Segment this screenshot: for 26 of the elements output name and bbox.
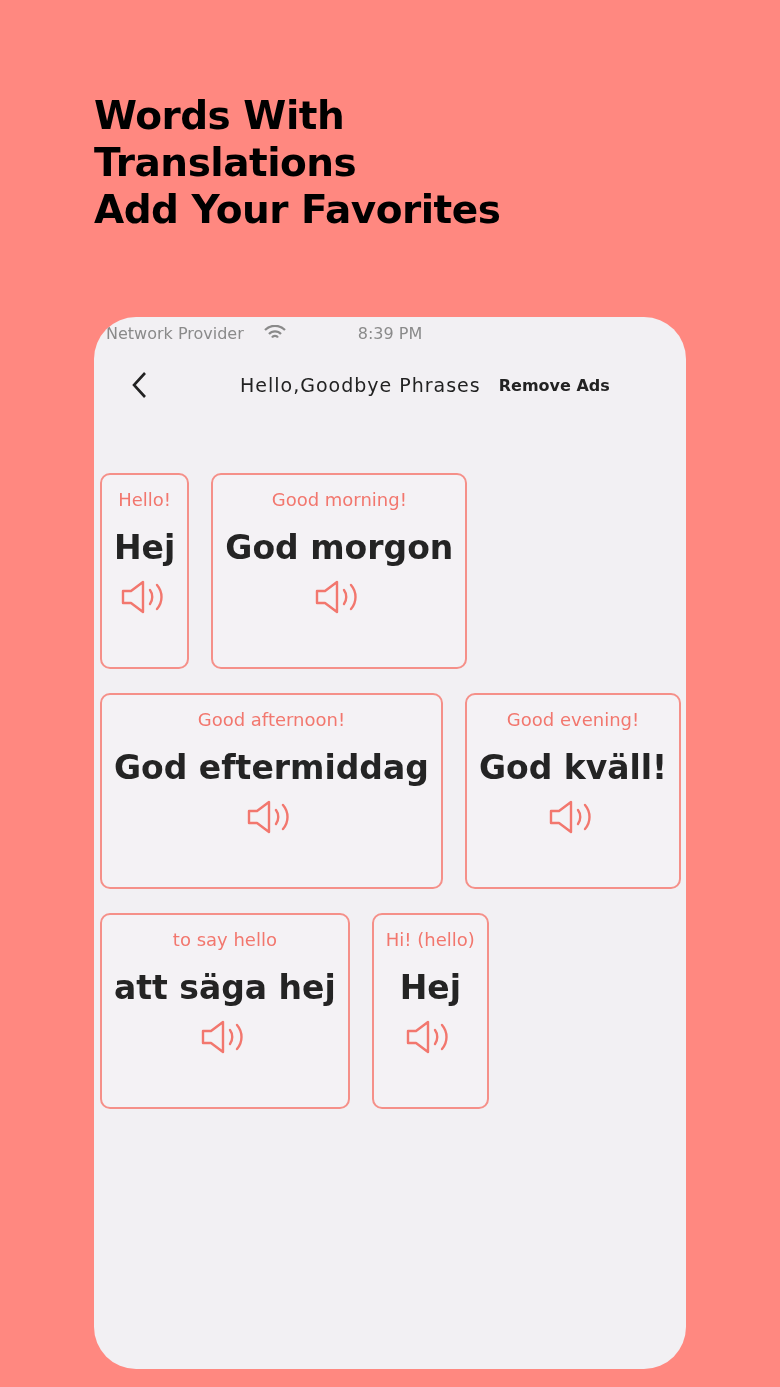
translation-text: Good afternoon! <box>197 709 346 730</box>
screen-title: Hello,Goodbye Phrases <box>240 374 481 396</box>
translation-text: Hi! (hello) <box>385 929 475 950</box>
phrase-card[interactable]: Good evening! God kväll! <box>464 693 682 889</box>
phrase-word: God morgon <box>225 528 454 567</box>
translation-text: Good morning! <box>271 489 407 510</box>
phrase-card[interactable]: Hi! (hello) Hej <box>371 913 489 1109</box>
phrase-word: Hej <box>114 528 176 567</box>
phrase-card[interactable]: Good afternoon! God eftermiddag <box>100 693 443 889</box>
headline: Words With <box>94 92 346 139</box>
headline: Translations <box>94 139 358 186</box>
translation-text: to say hello <box>172 929 277 950</box>
wifi-icon <box>263 325 286 341</box>
status-time: 8:39 PM <box>357 323 423 343</box>
phrase-card[interactable]: Good morning! God morgon <box>211 473 468 669</box>
translation-text: Hello! <box>118 489 172 510</box>
phrase-card[interactable]: Hello! Hej <box>100 473 190 669</box>
carrier-text: Network Provider <box>106 323 244 343</box>
phrase-word: God kväll! <box>478 748 668 787</box>
phrase-word: att säga hej <box>114 968 336 1007</box>
remove-ads-button[interactable]: Remove Ads <box>498 375 610 395</box>
translation-text: Good evening! <box>506 709 640 730</box>
phrase-word: God eftermiddag <box>114 748 429 787</box>
headline: Add Your Favorites <box>94 186 502 233</box>
phrase-word: Hej <box>399 968 461 1007</box>
phrase-card[interactable]: to say hello att säga hej <box>100 913 350 1109</box>
